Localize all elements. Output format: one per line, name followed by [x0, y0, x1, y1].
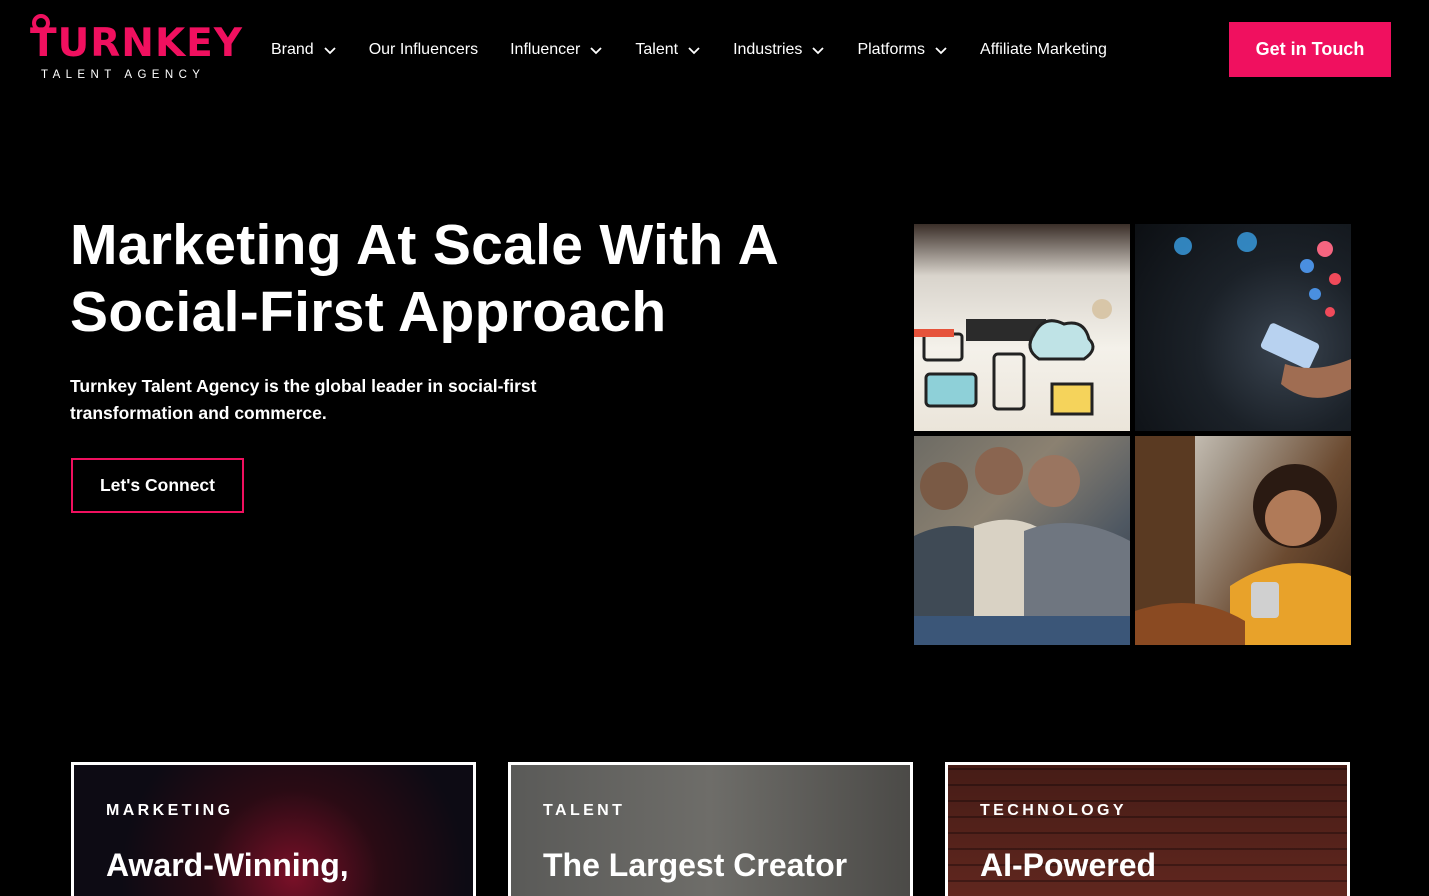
- nav-item-talent[interactable]: Talent: [635, 41, 701, 59]
- nav-item-label: Brand: [271, 41, 314, 58]
- get-in-touch-button[interactable]: Get in Touch: [1229, 22, 1391, 77]
- card-talent[interactable]: TALENT The Largest Creator: [508, 762, 913, 896]
- chevron-down-icon: [935, 47, 947, 55]
- nav-item-label: Talent: [635, 41, 679, 58]
- card-eyebrow: TALENT: [543, 802, 626, 819]
- card-marketing[interactable]: MARKETING Award-Winning,: [71, 762, 476, 896]
- hero-title-line-2: Social-First Approach: [70, 280, 667, 344]
- logo-wordmark: TURNKEY: [30, 21, 244, 66]
- chevron-down-icon: [590, 47, 602, 55]
- nav-item-influencer[interactable]: Influencer: [510, 41, 603, 59]
- main-menu: Brand Our Influencers Influencer Talent …: [271, 38, 1139, 62]
- nav-item-label: Our Influencers: [368, 41, 479, 58]
- turnkey-logo[interactable]: TURNKEY TALENT AGENCY: [30, 14, 242, 86]
- nav-item-label: Industries: [733, 41, 803, 58]
- logo-tagline: TALENT AGENCY: [41, 69, 206, 81]
- card-eyebrow: MARKETING: [106, 802, 234, 819]
- social-reactions-illustration: [1174, 232, 1351, 398]
- friends-photo-illustration: [914, 447, 1130, 645]
- nav-item-brand[interactable]: Brand: [271, 41, 337, 59]
- card-eyebrow: TECHNOLOGY: [980, 802, 1127, 819]
- card-title: The Largest Creator: [543, 847, 848, 883]
- hero-image-collage: [914, 224, 1351, 645]
- nav-item-our-influencers[interactable]: Our Influencers: [369, 41, 478, 59]
- lets-connect-button[interactable]: Let's Connect: [71, 458, 244, 513]
- card-title: AI-Powered: [980, 847, 1157, 883]
- card-title: Award-Winning,: [106, 847, 349, 883]
- collage-image-phone-social: [1135, 224, 1351, 431]
- nav-item-label: Platforms: [857, 41, 926, 58]
- nav-item-label: Affiliate Marketing: [980, 41, 1107, 58]
- card-technology[interactable]: TECHNOLOGY AI-Powered: [945, 762, 1350, 896]
- chevron-down-icon: [812, 47, 825, 55]
- chevron-down-icon: [688, 47, 700, 55]
- laptop-sketch-illustration: [914, 299, 1112, 416]
- collage-image-woman-smiling: [1135, 436, 1351, 645]
- woman-phone-illustration: [1135, 436, 1351, 645]
- hero-subtitle: Turnkey Talent Agency is the global lead…: [70, 376, 537, 423]
- collage-image-friends-phone: [914, 436, 1130, 645]
- nav-item-platforms[interactable]: Platforms: [857, 41, 948, 59]
- top-navigation: TURNKEY TALENT AGENCY Brand Our Influenc…: [0, 0, 1429, 100]
- chevron-down-icon: [324, 47, 336, 55]
- collage-image-laptop-desk: [914, 224, 1130, 431]
- nav-item-label: Influencer: [510, 41, 581, 58]
- nav-item-industries[interactable]: Industries: [733, 41, 825, 59]
- nav-item-affiliate-marketing[interactable]: Affiliate Marketing: [980, 41, 1107, 59]
- hero-title-line-1: Marketing At Scale With A: [70, 213, 780, 277]
- hero-title: Marketing At Scale With A Social-First A…: [70, 212, 830, 346]
